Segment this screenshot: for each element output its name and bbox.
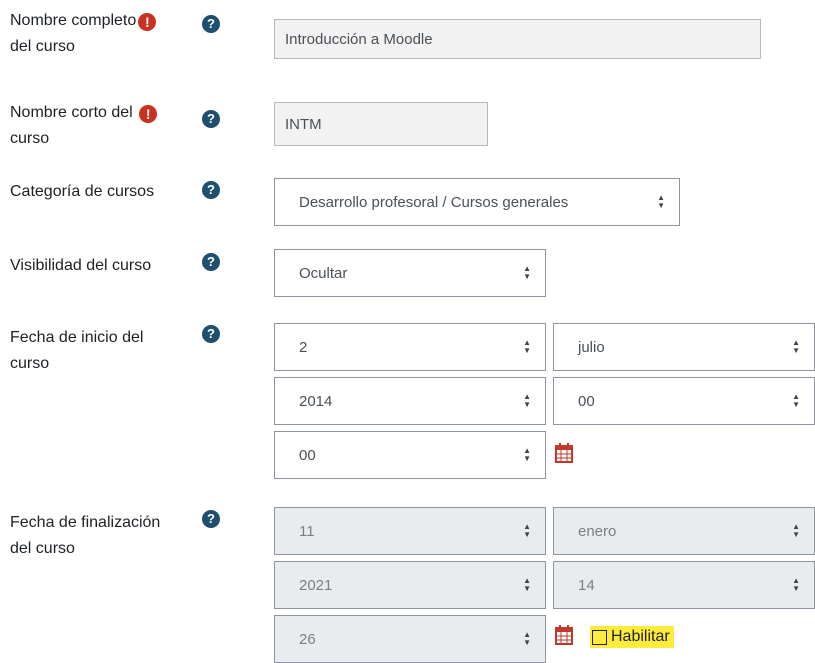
select-arrows-icon: ▲ ▼: [792, 576, 800, 593]
enable-enddate-toggle[interactable]: Habilitar: [590, 626, 674, 648]
select-arrows-icon: ▲ ▼: [523, 446, 531, 463]
shortname-label: Nombre corto del ! curso: [10, 100, 158, 152]
visibility-select[interactable]: Ocultar ▲ ▼: [274, 249, 546, 297]
select-arrows-icon: ▲ ▼: [657, 193, 665, 210]
help-icon[interactable]: ?: [202, 181, 220, 199]
fullname-label: Nombre completo! del curso: [10, 8, 157, 60]
select-arrows-icon: ▲ ▼: [792, 522, 800, 539]
select-arrows-icon: ▲ ▼: [523, 338, 531, 355]
enable-checkbox[interactable]: [592, 629, 607, 645]
select-arrows-icon: ▲ ▼: [523, 630, 531, 647]
enddate-year-select[interactable]: 2021 ▲ ▼: [274, 561, 546, 609]
help-icon[interactable]: ?: [202, 510, 220, 528]
visibility-label: Visibilidad del curso: [10, 257, 152, 274]
select-arrows-icon: ▲ ▼: [792, 338, 800, 355]
select-arrows-icon: ▲ ▼: [792, 392, 800, 409]
select-arrows-icon: ▲ ▼: [523, 392, 531, 409]
startdate-month-select[interactable]: julio ▲ ▼: [553, 323, 815, 371]
category-select[interactable]: Desarrollo profesoral / Cursos generales…: [274, 178, 680, 226]
required-icon: !: [139, 105, 158, 123]
enddate-day-select[interactable]: 11 ▲ ▼: [274, 507, 546, 555]
calendar-icon[interactable]: [555, 443, 573, 463]
help-icon[interactable]: ?: [202, 253, 220, 271]
select-arrows-icon: ▲ ▼: [523, 576, 531, 593]
startdate-day-select[interactable]: 2 ▲ ▼: [274, 323, 546, 371]
help-icon[interactable]: ?: [202, 15, 220, 33]
help-icon[interactable]: ?: [202, 110, 220, 128]
startdate-hour-select[interactable]: 00 ▲ ▼: [553, 377, 815, 425]
required-icon: !: [138, 13, 157, 31]
select-arrows-icon: ▲ ▼: [523, 522, 531, 539]
enable-label: Habilitar: [611, 628, 670, 645]
fullname-input[interactable]: Introducción a Moodle: [274, 19, 761, 59]
startdate-minute-select[interactable]: 00 ▲ ▼: [274, 431, 546, 479]
shortname-input[interactable]: INTM: [274, 102, 488, 146]
enddate-month-select[interactable]: enero ▲ ▼: [553, 507, 815, 555]
enddate-label: Fecha de finalización del curso: [10, 514, 161, 557]
help-icon[interactable]: ?: [202, 325, 220, 343]
startdate-label: Fecha de inicio del curso: [10, 329, 144, 372]
select-arrows-icon: ▲ ▼: [523, 264, 531, 281]
enddate-minute-select[interactable]: 26 ▲ ▼: [274, 615, 546, 663]
calendar-icon[interactable]: [555, 625, 573, 645]
category-label: Categoría de cursos: [10, 183, 155, 200]
enddate-hour-select[interactable]: 14 ▲ ▼: [553, 561, 815, 609]
startdate-year-select[interactable]: 2014 ▲ ▼: [274, 377, 546, 425]
